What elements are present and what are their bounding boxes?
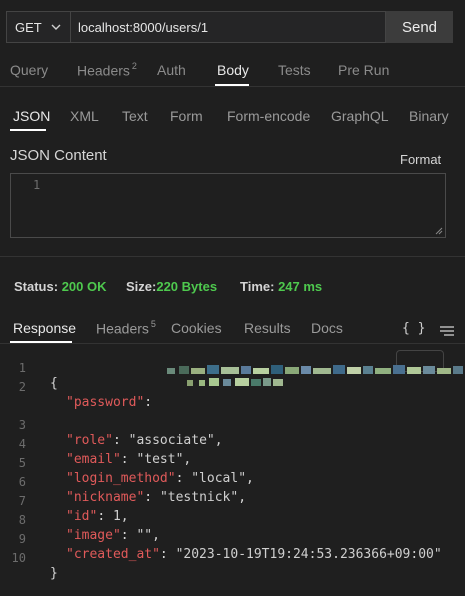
divider bbox=[0, 86, 465, 87]
body-type-tabs: JSON XML Text Form Form-encode GraphQL B… bbox=[0, 106, 465, 131]
tab-query[interactable]: Query bbox=[10, 62, 48, 78]
tab-binary[interactable]: Binary bbox=[409, 108, 449, 124]
tab-body[interactable]: Body bbox=[217, 62, 249, 78]
code-line: 6 "nickname": "testnick", bbox=[18, 475, 247, 505]
time-value: 247 ms bbox=[278, 279, 323, 294]
code-line: 1 { bbox=[18, 361, 58, 391]
code-line: 5 "login_method": "local", bbox=[18, 456, 254, 486]
method-value: GET bbox=[15, 19, 42, 35]
tab-headers[interactable]: Headers 2 bbox=[77, 61, 137, 79]
code-line: 2 "password": bbox=[18, 380, 160, 410]
tab-tests[interactable]: Tests bbox=[278, 62, 311, 78]
tab-pre-run[interactable]: Pre Run bbox=[338, 62, 389, 78]
tab-text[interactable]: Text bbox=[122, 108, 148, 124]
size-info: Size:220 Bytes bbox=[126, 279, 218, 294]
tab-response-headers[interactable]: Headers 5 bbox=[96, 319, 156, 337]
tab-xml[interactable]: XML bbox=[70, 108, 99, 124]
divider bbox=[0, 256, 465, 257]
tab-results[interactable]: Results bbox=[244, 320, 291, 336]
editor-line-number: 1 bbox=[33, 178, 41, 192]
resize-handle-icon[interactable] bbox=[435, 227, 443, 235]
code-line: 9 "created_at": "2023-10-19T19:24:53.236… bbox=[18, 532, 442, 562]
divider bbox=[0, 343, 465, 344]
code-line: 4 "email": "test", bbox=[18, 437, 192, 467]
code-line: 10 } bbox=[11, 551, 58, 581]
tab-form-encode[interactable]: Form-encode bbox=[227, 108, 310, 124]
redacted-password-value bbox=[167, 365, 463, 386]
status-info: Status: 200 OK bbox=[14, 279, 107, 294]
url-input[interactable]: localhost:8000/users/1 bbox=[70, 11, 386, 43]
code-line: 8 "image": "", bbox=[18, 513, 160, 543]
json-content-label: JSON Content bbox=[10, 147, 107, 164]
response-headers-count: 5 bbox=[150, 319, 156, 329]
tab-auth[interactable]: Auth bbox=[157, 62, 186, 78]
tab-docs[interactable]: Docs bbox=[311, 320, 343, 336]
tab-response[interactable]: Response bbox=[13, 320, 76, 336]
request-bar: GET localhost:8000/users/1 Send bbox=[6, 11, 453, 43]
braces-icon[interactable]: { } bbox=[402, 321, 425, 336]
status-value: 200 OK bbox=[61, 279, 107, 294]
active-body-type-indicator bbox=[10, 129, 46, 131]
code-line: 3 "role": "associate", bbox=[18, 418, 223, 448]
url-value: localhost:8000/users/1 bbox=[78, 19, 209, 35]
size-value: 220 Bytes bbox=[156, 279, 218, 294]
send-button[interactable]: Send bbox=[386, 11, 453, 43]
tab-form[interactable]: Form bbox=[170, 108, 203, 124]
format-button[interactable]: Format bbox=[400, 152, 441, 167]
time-info: Time: 247 ms bbox=[240, 279, 323, 294]
tab-json[interactable]: JSON bbox=[13, 108, 50, 124]
code-line: 7 "id": 1, bbox=[18, 494, 129, 524]
response-tabs: Response Headers 5 Cookies Results Docs {… bbox=[0, 319, 465, 343]
headers-count: 2 bbox=[131, 61, 137, 71]
json-body-editor[interactable]: 1 bbox=[10, 173, 446, 238]
tab-cookies[interactable]: Cookies bbox=[171, 320, 222, 336]
tab-graphql[interactable]: GraphQL bbox=[331, 108, 389, 124]
method-select[interactable]: GET bbox=[6, 11, 70, 43]
request-tabs: Query Headers 2 Auth Body Tests Pre Run bbox=[0, 60, 465, 86]
menu-icon[interactable] bbox=[440, 325, 454, 337]
chevron-down-icon bbox=[51, 24, 61, 30]
